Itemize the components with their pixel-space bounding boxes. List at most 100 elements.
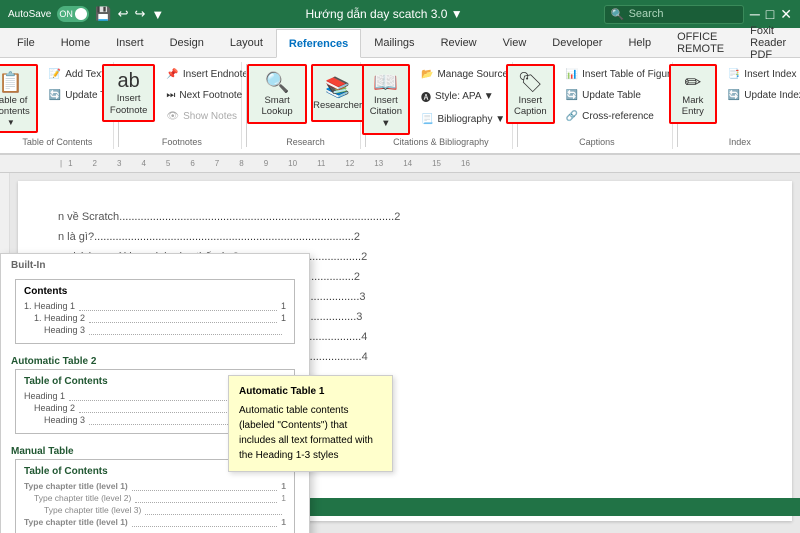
doc-area: n về Scratch............................… [0, 173, 800, 533]
undo-icon[interactable]: ↩ [118, 6, 129, 22]
builtin-label: Built-In [1, 254, 309, 273]
autosave-label: AutoSave [8, 9, 51, 20]
sources-icon: 📂 [421, 69, 433, 80]
maximize-icon[interactable]: □ [766, 6, 774, 22]
footnotes-group-label: Footnotes [162, 135, 202, 147]
auto2-label: Automatic Table 2 [11, 356, 299, 367]
expand-icon[interactable]: ▼ [151, 7, 164, 22]
insert-index-button[interactable]: 📑 Insert Index [721, 64, 800, 84]
doc-line-1: n về Scratch............................… [58, 211, 752, 223]
update-index-button[interactable]: 🔄 Update Index [721, 85, 800, 105]
endnote-icon: 📌 [166, 69, 178, 80]
footnote-icon: ab [118, 70, 140, 93]
mark-entry-button[interactable]: ✏ Mark Entry [669, 64, 717, 124]
save-icon[interactable]: 💾 [95, 6, 111, 22]
toc-group-label: Table of Contents [22, 135, 92, 147]
update-icon: 🔄 [49, 90, 61, 101]
tab-office-remote[interactable]: OFFICE REMOTE [664, 28, 737, 57]
researcher-icon: 📚 [325, 75, 350, 100]
ruler: | 1 2 3 4 5 6 7 8 9 10 11 12 13 14 15 16 [0, 155, 800, 173]
manage-sources-button[interactable]: 📂 Manage Sources [414, 64, 520, 84]
upd-fig-label: Update Table [582, 90, 641, 101]
style-label: Style: APA ▼ [435, 91, 494, 102]
toc-auto1-preview: Contents 1. Heading 11 1. Heading 21 Hea… [15, 279, 295, 344]
tab-view[interactable]: View [490, 28, 540, 57]
group-citations: 📖 Insert Citation ▼ 📂 Manage Sources 🅐 S… [370, 62, 514, 149]
citation-label: Insert Citation ▼ [370, 95, 402, 129]
add-text-icon: 📝 [49, 69, 61, 80]
tab-developer[interactable]: Developer [539, 28, 615, 57]
upd-fig-icon: 🔄 [566, 90, 578, 101]
bib-label: Bibliography ▼ [437, 114, 505, 125]
title-bar-right: 🔍 ─ □ ✕ [604, 5, 792, 24]
style-icon: 🅐 [421, 89, 431, 104]
toc-auto1-item[interactable]: Contents 1. Heading 11 1. Heading 21 Hea… [1, 273, 309, 352]
window-title: Hướng dẫn day scatch 3.0 ▼ [164, 7, 604, 21]
tooltip-title: Automatic Table 1 [239, 384, 382, 399]
tab-references[interactable]: References [276, 29, 361, 58]
researcher-button[interactable]: 📚 Researcher [311, 64, 364, 122]
title-bar-left: AutoSave ON 💾 ↩ ↪ ▼ [8, 6, 164, 22]
smart-lookup-icon: 🔍 [265, 70, 290, 95]
tab-layout[interactable]: Layout [217, 28, 276, 57]
autosave-toggle[interactable]: ON [57, 6, 89, 22]
insert-citation-button[interactable]: 📖 Insert Citation ▼ [362, 64, 410, 135]
tab-foxit[interactable]: Foxit Reader PDF [737, 28, 800, 57]
tab-mailings[interactable]: Mailings [361, 28, 427, 57]
auto1-line3: Heading 3 [24, 325, 286, 335]
manual-line3: Type chapter title (level 3) [24, 505, 286, 515]
tab-insert[interactable]: Insert [103, 28, 157, 57]
bibliography-button[interactable]: 📃 Bibliography ▼ [414, 109, 520, 129]
toc-button[interactable]: 📋 Table ofContents ▼ [0, 64, 38, 133]
caption-icon: 🏷 [518, 70, 543, 95]
minimize-icon[interactable]: ─ [750, 6, 760, 22]
group-toc: 📋 Table ofContents ▼ 📝 Add Text ▼ 🔄 Upda… [2, 62, 114, 149]
insert-footnote-button[interactable]: ab InsertFootnote [102, 64, 156, 122]
insert-caption-button[interactable]: 🏷 Insert Caption [506, 64, 555, 124]
tab-file[interactable]: File [4, 28, 48, 57]
research-group-label: Research [286, 135, 325, 147]
next-fn-icon: ⏭ [166, 90, 175, 101]
cross-ref-icon: 🔗 [566, 111, 578, 122]
search-icon: 🔍 [611, 8, 625, 21]
ribbon-content: 📋 Table ofContents ▼ 📝 Add Text ▼ 🔄 Upda… [0, 58, 800, 155]
tab-design[interactable]: Design [157, 28, 217, 57]
researcher-label: Researcher [313, 100, 362, 111]
tooltip-body: Automatic table contents (labeled "Conte… [239, 403, 382, 463]
tooltip-box: Automatic Table 1 Automatic table conten… [228, 375, 393, 472]
mark-icon: ✏ [684, 70, 701, 95]
group-footnotes: ab InsertFootnote 📌 Insert Endnote ⏭ Nex… [122, 62, 242, 149]
style-button[interactable]: 🅐 Style: APA ▼ [414, 85, 520, 108]
footnote-label: InsertFootnote [110, 93, 148, 116]
group-index: ✏ Mark Entry 📑 Insert Index 🔄 Update Ind… [682, 62, 798, 149]
toc-icon: 📋 [0, 70, 23, 95]
upd-idx-icon: 🔄 [728, 90, 740, 101]
group-captions: 🏷 Insert Caption 📊 Insert Table of Figur… [522, 62, 673, 149]
manual-line4: Type chapter title (level 1)1 [24, 517, 286, 527]
group-research: 🔍 Smart Lookup 📚 Researcher Research [251, 62, 361, 149]
index-group-label: Index [729, 135, 751, 147]
bib-icon: 📃 [421, 114, 433, 125]
ins-idx-icon: 📑 [728, 69, 740, 80]
citation-icon: 📖 [373, 70, 398, 95]
tab-review[interactable]: Review [428, 28, 490, 57]
tab-help[interactable]: Help [615, 28, 664, 57]
figures-icon: 📊 [566, 69, 578, 80]
toc-button-label: Table ofContents [0, 95, 30, 118]
redo-icon[interactable]: ↪ [134, 6, 145, 22]
tab-home[interactable]: Home [48, 28, 103, 57]
autosave-on-label: ON [59, 9, 75, 19]
close-icon[interactable]: ✕ [780, 6, 792, 23]
auto1-line1: 1. Heading 11 [24, 301, 286, 311]
ruler-inner: | 1 2 3 4 5 6 7 8 9 10 11 12 13 14 15 16 [60, 159, 800, 168]
ins-idx-label: Insert Index [744, 69, 796, 80]
figures-label: Insert Table of Figures [582, 69, 681, 80]
smart-lookup-label: Smart Lookup [255, 95, 299, 118]
index-sub-buttons: 📑 Insert Index 🔄 Update Index [721, 64, 800, 105]
autosave-knob [75, 8, 87, 20]
search-input[interactable] [629, 8, 737, 20]
captions-group-label: Captions [579, 135, 615, 147]
show-notes-icon: 👁 [166, 111, 179, 122]
search-box[interactable]: 🔍 [604, 5, 744, 24]
smart-lookup-button[interactable]: 🔍 Smart Lookup [247, 64, 307, 124]
